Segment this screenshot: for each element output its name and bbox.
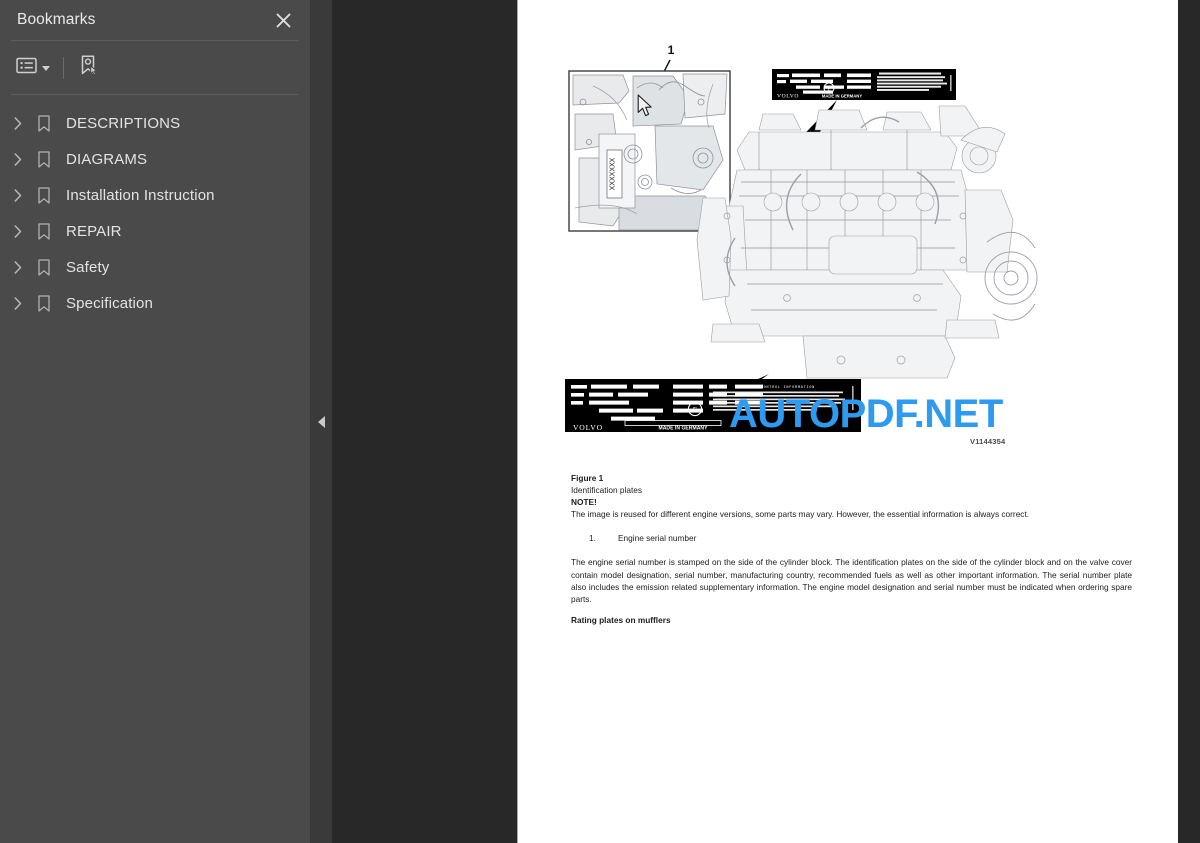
sidebar-title: Bookmarks (17, 11, 96, 28)
sidebar-toolbar (0, 41, 310, 94)
sidebar-item-label: Specification (66, 294, 153, 312)
sidebar-item-safety[interactable]: Safety (0, 249, 310, 285)
chevron-right-icon[interactable] (9, 152, 26, 166)
list-options-icon (16, 57, 37, 79)
sidebar-item-label: DIAGRAMS (66, 150, 148, 168)
new-bookmark-button[interactable] (78, 54, 100, 81)
bookmark-icon (32, 186, 56, 204)
sidebar-collapse-handle[interactable] (310, 0, 332, 843)
chevron-right-icon[interactable] (9, 188, 26, 202)
figure-caption: Identification plates (571, 485, 643, 496)
svg-text:1: 1 (668, 43, 675, 57)
list-options-button[interactable] (16, 57, 50, 79)
text-spacer (571, 605, 1132, 614)
sidebar-item-installation-instruction[interactable]: Installation Instruction (0, 177, 310, 213)
toolbar-divider (63, 56, 64, 79)
figure-identification-plates: 1 XXXXXXX E VOLVO MADE IN GERMANY E EMIS… (563, 30, 1103, 460)
body-paragraph: The engine serial number is stamped on t… (571, 557, 1132, 604)
list-item-number: 1. (589, 533, 596, 544)
svg-text:EMISSION CONTROL INFORMATION: EMISSION CONTROL INFORMATION (735, 386, 815, 390)
text-spacer (571, 544, 1132, 556)
svg-text:MADE IN GERMANY: MADE IN GERMANY (822, 93, 862, 98)
svg-text:E: E (693, 406, 697, 414)
bookmarks-tree: DESCRIPTIONS DIAGRAMS Installation Instr… (0, 95, 310, 321)
figure-title: Figure 1 (571, 473, 604, 483)
chevron-right-icon[interactable] (9, 296, 26, 310)
sidebar-header: Bookmarks (0, 0, 310, 40)
chevron-right-icon[interactable] (9, 116, 26, 130)
bookmark-icon (32, 258, 56, 276)
collapse-left-icon (317, 415, 325, 428)
list-item: 1. Engine serial number (571, 532, 1132, 544)
sidebar-item-label: DESCRIPTIONS (66, 114, 181, 132)
list-item-label: Engine serial number (618, 533, 697, 544)
text-spacer (571, 520, 1132, 532)
pdf-viewer-app: Bookmarks DESCRIPTIONS DIAGRAMS Installa… (0, 0, 1200, 843)
sidebar-item-diagrams[interactable]: DIAGRAMS (0, 141, 310, 177)
close-icon[interactable] (270, 7, 296, 33)
bookmark-icon (32, 294, 56, 312)
sidebar-item-label: REPAIR (66, 222, 122, 240)
bookmarks-sidebar: Bookmarks DESCRIPTIONS DIAGRAMS Installa… (0, 0, 310, 843)
sidebar-item-label: Installation Instruction (66, 186, 215, 204)
new-bookmark-icon (78, 54, 100, 81)
bookmark-icon (32, 114, 56, 132)
bookmark-icon (32, 150, 56, 168)
sidebar-item-specification[interactable]: Specification (0, 285, 310, 321)
chevron-right-icon[interactable] (9, 260, 26, 274)
bookmark-icon (32, 222, 56, 240)
pdf-page: 1 XXXXXXX E VOLVO MADE IN GERMANY E EMIS… (517, 0, 1178, 843)
document-viewer[interactable]: 1 XXXXXXX E VOLVO MADE IN GERMANY E EMIS… (310, 0, 1200, 843)
svg-text:XXXXXXX: XXXXXXX (610, 157, 617, 190)
svg-text:VOLVO: VOLVO (573, 423, 603, 432)
figure-image-code: V1144354 (970, 437, 1006, 446)
note-label: NOTE! (571, 497, 597, 508)
document-body-text: Figure 1 Identification plates NOTE! The… (571, 472, 1132, 626)
svg-text:MADE IN GERMANY: MADE IN GERMANY (659, 425, 709, 431)
section-subheading: Rating plates on mufflers (571, 614, 671, 625)
chevron-right-icon[interactable] (9, 224, 26, 238)
chevron-down-icon (42, 66, 50, 71)
sidebar-item-repair[interactable]: REPAIR (0, 213, 310, 249)
sidebar-item-label: Safety (66, 258, 110, 276)
note-body: The image is reused for different engine… (571, 509, 1030, 520)
sidebar-item-descriptions[interactable]: DESCRIPTIONS (0, 105, 310, 141)
svg-text:VOLVO: VOLVO (777, 94, 799, 100)
